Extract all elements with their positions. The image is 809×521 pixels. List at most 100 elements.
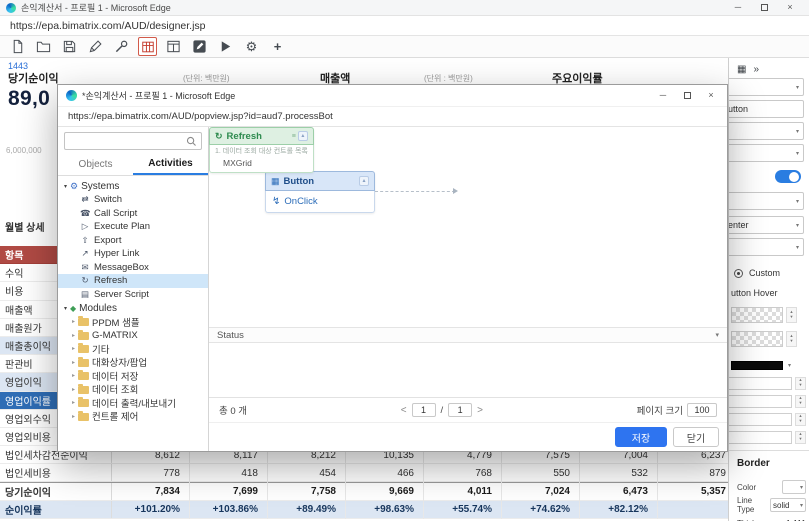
- flow-canvas[interactable]: ▦ Button ▴ ↯ OnClick ↻: [209, 127, 727, 327]
- color-dropdown[interactable]: ▾: [782, 480, 806, 494]
- prev-page-icon[interactable]: <: [401, 405, 407, 416]
- chevron-down-icon: ▾: [800, 484, 803, 491]
- tree-folder[interactable]: ▸ PPDM 샘플: [58, 315, 208, 329]
- table-cell: 7,699: [190, 483, 268, 501]
- panel-expand-icon[interactable]: »: [753, 64, 759, 75]
- stepper[interactable]: ▲▼: [795, 431, 806, 444]
- save-button[interactable]: 저장: [615, 427, 667, 447]
- tab-objects[interactable]: Objects: [58, 154, 133, 175]
- status-section-header[interactable]: Status ▾: [209, 327, 727, 343]
- table-cell: 778: [112, 464, 190, 482]
- tree-item[interactable]: ✉ MessageBox: [58, 261, 208, 275]
- tree-group-modules[interactable]: ▾ ◆ Modules: [58, 301, 208, 315]
- tree-item[interactable]: ▤ Server Script: [58, 288, 208, 302]
- stepper[interactable]: ▲▼: [786, 307, 797, 323]
- lightning-icon: ↯: [272, 196, 280, 207]
- tree-item[interactable]: ↗ Hyper Link: [58, 247, 208, 261]
- divider: [729, 450, 809, 451]
- collapse-node-icon[interactable]: ▴: [359, 176, 369, 186]
- tree-folder-label: 데이터 조회: [92, 382, 138, 396]
- tree-item-label: Export: [94, 235, 121, 246]
- tree-folder[interactable]: ▸ 대화상자/팝업: [58, 356, 208, 370]
- folder-icon: [78, 318, 89, 326]
- folder-icon: [78, 386, 89, 394]
- tree-folder[interactable]: ▸ 컨트롤 제어: [58, 410, 208, 424]
- tree-folder[interactable]: ▸ 데이터 출력/내보내기: [58, 396, 208, 410]
- name-input[interactable]: utton: [728, 100, 804, 118]
- screen: 손익계산서 - 프로필 1 - Microsoft Edge ─ × https…: [0, 0, 809, 521]
- next-page-icon[interactable]: >: [477, 405, 483, 416]
- section-title: 월별 상세: [5, 219, 45, 234]
- stepper[interactable]: ▲▼: [795, 377, 806, 390]
- line-type-dropdown[interactable]: solid ▾: [770, 498, 806, 512]
- stepper[interactable]: ▲▼: [795, 413, 806, 426]
- refresh-node-body[interactable]: 1. 데이터 조회 대상 컨트롤 목록 MXGrid: [209, 145, 314, 173]
- property-dropdown[interactable]: ▾: [728, 192, 804, 210]
- number-input[interactable]: [728, 395, 792, 408]
- toggle-switch[interactable]: [775, 170, 801, 183]
- button-node-header[interactable]: ▦ Button ▴: [265, 171, 375, 191]
- table-cell: 466: [346, 464, 424, 482]
- tree-folder[interactable]: ▸ 기타: [58, 342, 208, 356]
- table-cell: 454: [268, 464, 346, 482]
- close-icon[interactable]: ×: [699, 85, 723, 106]
- property-dropdown[interactable]: ▾: [728, 122, 804, 140]
- number-input[interactable]: [728, 413, 792, 426]
- align-dropdown[interactable]: enter▾: [728, 216, 804, 234]
- property-dropdown[interactable]: ▾: [728, 238, 804, 256]
- property-dropdown[interactable]: ▾: [728, 78, 804, 96]
- sales-unit: (단위 : 백만원): [424, 73, 473, 84]
- sidebar-tabs: Objects Activities: [58, 154, 208, 176]
- tree-item[interactable]: ☎ Call Script: [58, 207, 208, 221]
- tab-activities[interactable]: Activities: [133, 154, 208, 175]
- popup-titlebar: *손익계산서 - 프로필 1 - Microsoft Edge ─ ×: [58, 85, 727, 107]
- minimize-icon[interactable]: ─: [651, 85, 675, 106]
- tree-folder[interactable]: ▸ 데이터 저장: [58, 369, 208, 383]
- search-input[interactable]: [64, 132, 202, 150]
- page-separator: /: [441, 405, 444, 416]
- button-node[interactable]: ▦ Button ▴ ↯ OnClick: [265, 171, 375, 213]
- tree-item[interactable]: ⇧ Export: [58, 234, 208, 248]
- refresh-node-target: MXGrid: [215, 158, 252, 168]
- property-dropdown[interactable]: ▾: [728, 144, 804, 162]
- popup-actions: 저장 닫기: [209, 422, 727, 451]
- number-input[interactable]: [728, 377, 792, 390]
- row-label: 법인세비용: [0, 464, 112, 481]
- page-input[interactable]: 1: [412, 403, 436, 417]
- tree-item[interactable]: ⇄ Switch: [58, 193, 208, 207]
- custom-radio[interactable]: [734, 269, 743, 278]
- menu-icon[interactable]: ≡: [292, 133, 296, 140]
- stepper[interactable]: ▲▼: [795, 395, 806, 408]
- gear-icon: ⚙: [70, 181, 78, 192]
- number-input[interactable]: [728, 431, 792, 444]
- tree-group-systems[interactable]: ▾ ⚙ Systems: [58, 179, 208, 193]
- tree-folder[interactable]: ▸ G-MATRIX: [58, 329, 208, 343]
- table-cell: 879: [658, 464, 736, 482]
- activities-tree: ▾ ⚙ Systems ⇄ Switch ☎: [58, 176, 208, 451]
- transparent-color-swatch[interactable]: [731, 307, 783, 323]
- tree-item-label: Switch: [94, 194, 122, 205]
- refresh-icon: ↻: [215, 131, 223, 142]
- tree-item[interactable]: ▷ Execute Plan: [58, 220, 208, 234]
- page-size-input[interactable]: 100: [687, 403, 717, 417]
- panel-grid-icon[interactable]: ▦: [737, 64, 746, 75]
- border-section-title: Border: [729, 458, 809, 476]
- collapse-node-icon[interactable]: ▴: [298, 131, 308, 141]
- expand-arrow-icon: ▸: [72, 318, 75, 325]
- button-node-body[interactable]: ↯ OnClick: [265, 191, 375, 213]
- table-values-row: +101.20%+103.86%+89.49%+98.63%+55.74%+74…: [112, 501, 658, 519]
- popup-url-bar[interactable]: https://epa.bimatrix.com/AUD/popview.jsp…: [58, 107, 727, 127]
- refresh-node-header[interactable]: ↻ Refresh ≡ ▴: [209, 127, 314, 145]
- tree-item-icon: ▤: [80, 289, 90, 300]
- chevron-down-icon: ▾: [796, 222, 799, 229]
- tree-item-label: Execute Plan: [94, 221, 150, 232]
- transparent-color-swatch[interactable]: [731, 331, 783, 347]
- chevron-down-icon[interactable]: ▾: [788, 362, 791, 369]
- maximize-icon[interactable]: [675, 85, 699, 106]
- stepper[interactable]: ▲▼: [786, 331, 797, 347]
- tree-folder[interactable]: ▸ 데이터 조회: [58, 383, 208, 397]
- tree-item[interactable]: ↻ Refresh: [58, 274, 208, 288]
- refresh-node[interactable]: ↻ Refresh ≡ ▴ 1. 데이터 조회 대상 컨트롤 목록 MXGrid: [209, 127, 314, 173]
- black-color-swatch[interactable]: [731, 361, 783, 370]
- close-button[interactable]: 닫기: [673, 427, 719, 447]
